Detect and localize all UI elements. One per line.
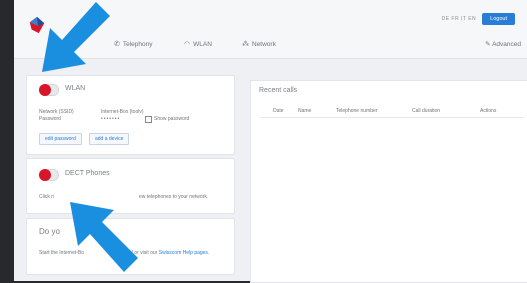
- nav-network-label: Network: [252, 40, 276, 48]
- wlan-password-value: •••••••: [101, 116, 121, 122]
- phone-icon: ✆: [114, 41, 120, 48]
- tutorial-text-c: .: [207, 250, 210, 256]
- wlan-card: WLAN Network (SSID) Password Internet-Bo…: [26, 75, 235, 155]
- nav-advanced[interactable]: ✎ Advanced: [485, 40, 521, 48]
- nav-network[interactable]: ⁂ Network: [242, 40, 276, 49]
- nav-wlan-label: WLAN: [193, 40, 212, 48]
- dect-text-start: Click n: [39, 194, 55, 200]
- column-telephone-number: Telephone number: [336, 108, 378, 114]
- show-password-checkbox[interactable]: [145, 116, 152, 123]
- dect-text-end: ew telephones to your network.: [139, 194, 209, 200]
- recent-calls-panel: Recent calls Date Name Telephone number …: [250, 80, 527, 283]
- wlan-password-label: Password: [39, 116, 61, 122]
- nav-advanced-label: Advanced: [492, 41, 521, 48]
- dect-title: DECT Phones: [65, 170, 110, 177]
- edit-password-button[interactable]: edit password: [39, 133, 82, 145]
- swisscom-help-link[interactable]: Swisscom Help pages: [159, 250, 208, 256]
- dect-toggle[interactable]: [39, 169, 59, 181]
- nav-telephony-label: Telephony: [122, 40, 153, 48]
- recent-calls-title: Recent calls: [259, 87, 298, 94]
- logout-button[interactable]: Logout: [482, 13, 515, 25]
- top-right-controls: DE FR IT EN Logout: [442, 13, 515, 25]
- arrow-up-left-icon: [70, 202, 138, 272]
- wrench-icon: ✎: [485, 41, 491, 48]
- network-icon: ⁂: [242, 41, 249, 48]
- wlan-toggle[interactable]: [39, 84, 59, 96]
- wifi-icon: ◠: [184, 41, 191, 48]
- arrow-down-left-icon: [42, 2, 110, 72]
- wlan-network-label: Network (SSID): [39, 109, 74, 115]
- language-selector[interactable]: DE FR IT EN: [442, 16, 477, 22]
- column-name: Name: [298, 108, 312, 114]
- add-device-button[interactable]: add a device: [89, 133, 130, 145]
- column-actions: Actions: [480, 108, 497, 114]
- column-call-duration: Call duration: [412, 108, 441, 114]
- show-password-label: Show password: [154, 116, 190, 122]
- nav-telephony[interactable]: ✆ Telephony: [114, 40, 153, 49]
- wlan-internet-box-label: Internet-Box (toolv): [101, 109, 144, 115]
- wlan-title: WLAN: [65, 85, 86, 92]
- nav-wlan[interactable]: ◠ WLAN: [184, 40, 212, 49]
- tutorial-title: Do yo: [39, 227, 60, 236]
- wlan-toggle-knob: [39, 84, 51, 96]
- table-header-divider: [261, 117, 523, 118]
- column-date: Date: [273, 108, 284, 114]
- dect-toggle-knob: [39, 169, 51, 181]
